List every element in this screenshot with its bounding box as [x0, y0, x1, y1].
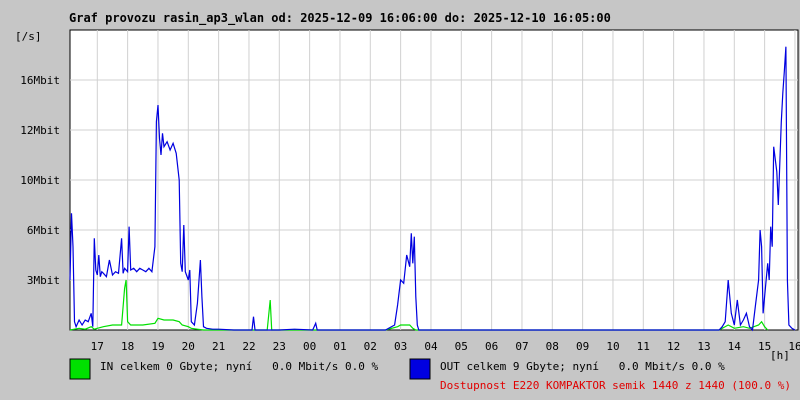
x-tick-label: 23	[273, 340, 286, 353]
y-tick-label: 10Mbit	[20, 174, 60, 187]
traffic-chart: Graf provozu rasin_ap3_wlan od: 2025-12-…	[0, 0, 800, 400]
x-tick-label: 06	[485, 340, 498, 353]
x-tick-label: 11	[637, 340, 650, 353]
x-tick-label: 19	[151, 340, 164, 353]
x-tick-label: 12	[667, 340, 680, 353]
y-tick-label: 3Mbit	[27, 274, 60, 287]
x-tick-label: 04	[424, 340, 438, 353]
x-tick-label: 21	[212, 340, 225, 353]
availability-note: Dostupnost E220 KOMPAKTOR semik 1440 z 1…	[440, 379, 791, 392]
y-ticks: 3Mbit 6Mbit 10Mbit 12Mbit 16Mbit	[20, 74, 60, 287]
x-tick-label: 07	[515, 340, 528, 353]
x-tick-label: 13	[697, 340, 710, 353]
y-axis-label: [/s]	[15, 30, 42, 43]
x-tick-label: 02	[364, 340, 377, 353]
legend-out-swatch	[409, 358, 431, 380]
x-tick-label: 00	[303, 340, 316, 353]
x-tick-label: 05	[455, 340, 468, 353]
x-tick-label: 09	[576, 340, 589, 353]
x-tick-label: 22	[242, 340, 255, 353]
y-tick-label: 6Mbit	[27, 224, 60, 237]
x-tick-label: 03	[394, 340, 407, 353]
legend-in-label: IN celkem 0 Gbyte; nyní 0.0 Mbit/s 0.0 %	[100, 360, 379, 373]
y-tick-label: 16Mbit	[20, 74, 60, 87]
x-tick-label: 18	[121, 340, 134, 353]
x-axis-label: [h]	[770, 349, 790, 362]
x-tick-label: 20	[182, 340, 195, 353]
y-tick-label: 12Mbit	[20, 124, 60, 137]
x-tick-label: 17	[91, 340, 104, 353]
chart-canvas: Graf provozu rasin_ap3_wlan od: 2025-12-…	[15, 11, 800, 392]
x-tick-label: 14	[728, 340, 742, 353]
chart-title: Graf provozu rasin_ap3_wlan od: 2025-12-…	[69, 11, 611, 26]
x-ticks: 17 18 19 20 21 22 23 00 01 02 03 04 05 06 07 08 09 10 11 12…	[91, 340, 800, 353]
legend-in-swatch	[69, 358, 91, 380]
x-tick-label: 10	[606, 340, 619, 353]
x-tick-label: 16	[788, 340, 800, 353]
x-tick-label: 08	[546, 340, 559, 353]
legend-out-label: OUT celkem 9 Gbyte; nyní 0.0 Mbit/s 0.0 …	[440, 360, 725, 373]
x-tick-label: 01	[333, 340, 346, 353]
